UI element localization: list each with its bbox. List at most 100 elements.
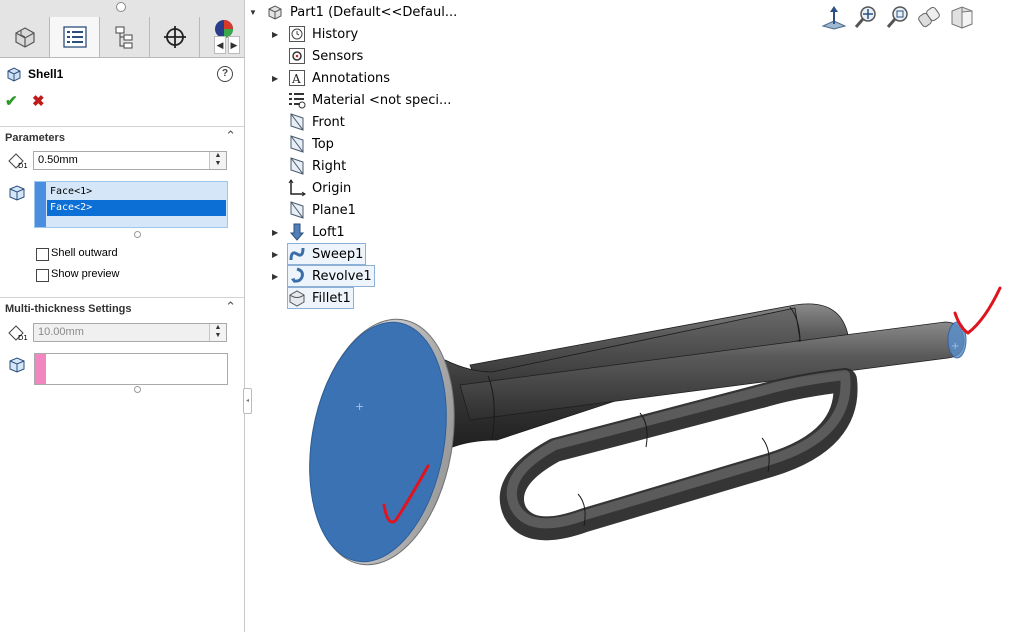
help-icon[interactable]: ? bbox=[217, 66, 233, 82]
tree-item-label: Top bbox=[312, 136, 334, 152]
tree-item-loft1[interactable]: Loft1 bbox=[288, 222, 345, 242]
tree-item-right-plane[interactable]: Right bbox=[288, 156, 346, 176]
sensors-icon bbox=[288, 47, 306, 65]
cancel-x-icon[interactable]: ✖ bbox=[32, 92, 45, 110]
shell-feature-icon bbox=[7, 67, 21, 82]
expand-arrow-icon[interactable]: ▶ bbox=[272, 272, 278, 281]
tree-item-sensors[interactable]: Sensors bbox=[288, 46, 363, 66]
ok-checkmark-icon[interactable]: ✔ bbox=[5, 92, 18, 110]
thickness-value: 0.50mm bbox=[38, 154, 78, 166]
multi-thickness-d1-icon: D1 bbox=[8, 324, 28, 345]
tab-configuration-manager[interactable] bbox=[100, 17, 150, 57]
svg-text:D1: D1 bbox=[18, 334, 28, 342]
plane-icon bbox=[288, 157, 306, 175]
loft-icon bbox=[288, 223, 306, 241]
plane-icon bbox=[288, 135, 306, 153]
expand-arrow-icon[interactable]: ▶ bbox=[272, 74, 278, 83]
part-icon bbox=[266, 3, 284, 21]
plane-icon bbox=[288, 201, 306, 219]
collapse-chevron-icon[interactable]: ⌃ bbox=[225, 299, 236, 315]
sweep-icon bbox=[288, 245, 306, 263]
svg-text:D1: D1 bbox=[18, 162, 28, 170]
panel-grip-handle[interactable] bbox=[116, 2, 126, 12]
faces-to-remove-list[interactable]: Face<1> Face<2> bbox=[34, 181, 228, 228]
list-resize-handle[interactable] bbox=[134, 231, 141, 238]
collapse-chevron-icon[interactable]: ⌃ bbox=[225, 128, 236, 144]
expand-arrow-icon[interactable]: ▶ bbox=[272, 250, 278, 259]
thickness-d1-icon: D1 bbox=[8, 152, 28, 173]
tab-property-manager[interactable] bbox=[50, 17, 100, 57]
show-preview-checkbox[interactable] bbox=[36, 269, 49, 282]
tab-dimxpert-manager[interactable] bbox=[150, 17, 200, 57]
tree-item-material[interactable]: Material <not speci... bbox=[288, 90, 451, 110]
tree-item-label: Front bbox=[312, 114, 345, 130]
tree-item-label: Material <not speci... bbox=[312, 92, 452, 108]
tree-item-top-plane[interactable]: Top bbox=[288, 134, 334, 154]
expand-arrow-icon[interactable]: ▶ bbox=[272, 228, 278, 237]
svg-text:+: + bbox=[355, 400, 364, 413]
show-preview-label: Show preview bbox=[51, 268, 120, 280]
tree-item-annotations[interactable]: A Annotations bbox=[288, 68, 390, 88]
multi-thickness-header-label: Multi-thickness Settings bbox=[5, 303, 132, 315]
tree-item-plane1[interactable]: Plane1 bbox=[288, 200, 356, 220]
tree-item-label: History bbox=[312, 26, 359, 42]
tree-root-part[interactable]: Part1 (Default<<Defaul... bbox=[266, 2, 457, 22]
list-item[interactable]: Face<2> bbox=[47, 200, 226, 216]
tree-root-label: Part1 (Default<<Defaul... bbox=[290, 4, 458, 20]
shell-outward-label: Shell outward bbox=[51, 247, 118, 259]
crosshair-icon bbox=[163, 26, 186, 48]
tree-item-label: Loft1 bbox=[312, 224, 345, 240]
tab-scroll-right-icon[interactable]: ▶ bbox=[228, 36, 240, 54]
collapse-arrow-icon[interactable]: ▼ bbox=[249, 8, 257, 17]
tree-item-origin[interactable]: Origin bbox=[288, 178, 351, 198]
multi-thickness-faces-list[interactable] bbox=[34, 353, 228, 385]
material-icon bbox=[288, 91, 306, 109]
tree-item-label: Annotations bbox=[312, 70, 391, 86]
tree-item-front-plane[interactable]: Front bbox=[288, 112, 345, 132]
zoom-to-fit-icon[interactable] bbox=[850, 2, 882, 32]
tree-item-label: Plane1 bbox=[312, 202, 356, 218]
previous-view-icon[interactable] bbox=[914, 2, 946, 32]
part-cube-icon bbox=[14, 27, 35, 48]
list-resize-handle[interactable] bbox=[134, 386, 141, 393]
multi-thickness-spinner[interactable]: ▲ ▼ bbox=[209, 324, 226, 341]
fillet-icon bbox=[288, 289, 306, 307]
revolve-icon bbox=[288, 267, 306, 285]
multi-thickness-section-header[interactable]: Multi-thickness Settings ⌃ bbox=[0, 297, 244, 320]
annotations-icon: A bbox=[288, 69, 306, 87]
multi-thickness-faces-icon bbox=[8, 356, 26, 377]
tab-scroll-left-icon[interactable]: ◀ bbox=[214, 36, 226, 54]
page-title: Shell1 bbox=[28, 67, 64, 81]
thickness-input[interactable]: 0.50mm ▲ ▼ bbox=[33, 151, 227, 170]
tab-feature-manager[interactable] bbox=[0, 17, 50, 57]
tree-item-label: Sweep1 bbox=[312, 246, 364, 262]
tree-item-history[interactable]: History bbox=[288, 24, 358, 44]
zoom-to-area-icon[interactable] bbox=[882, 2, 914, 32]
tree-icon bbox=[115, 26, 132, 49]
list-item[interactable]: Face<1> bbox=[47, 184, 226, 200]
model-body[interactable]: + + bbox=[292, 303, 967, 576]
tree-item-revolve1[interactable]: Revolve1 bbox=[287, 265, 375, 287]
parameters-header-label: Parameters bbox=[5, 132, 65, 144]
multi-thickness-value: 10.00mm bbox=[38, 326, 84, 338]
shell-outward-checkbox[interactable] bbox=[36, 248, 49, 261]
tree-item-label: Right bbox=[312, 158, 347, 174]
tree-item-sweep1[interactable]: Sweep1 bbox=[287, 243, 367, 265]
origin-icon bbox=[288, 179, 306, 197]
multi-thickness-input[interactable]: 10.00mm ▲ ▼ bbox=[33, 323, 227, 342]
parameters-section-header[interactable]: Parameters ⌃ bbox=[0, 126, 244, 149]
property-manager-panel: ◀ ▶ Shell1 ? ✔ ✖ Parameters ⌃ D1 0.50mm … bbox=[0, 0, 245, 632]
svg-text:+: + bbox=[951, 341, 959, 352]
tree-item-label: Fillet1 bbox=[312, 290, 351, 306]
history-icon bbox=[288, 25, 306, 43]
expand-arrow-icon[interactable]: ▶ bbox=[272, 30, 278, 39]
thickness-spinner[interactable]: ▲ ▼ bbox=[209, 152, 226, 169]
svg-text:A: A bbox=[291, 72, 301, 86]
tree-item-label: Revolve1 bbox=[312, 268, 372, 284]
feature-title: Shell1 bbox=[6, 64, 63, 84]
tree-item-fillet1[interactable]: Fillet1 bbox=[287, 287, 354, 309]
normal-to-icon[interactable] bbox=[818, 2, 850, 32]
list-icon bbox=[62, 26, 87, 48]
tree-item-label: Origin bbox=[312, 180, 352, 196]
section-view-icon[interactable] bbox=[946, 2, 978, 32]
